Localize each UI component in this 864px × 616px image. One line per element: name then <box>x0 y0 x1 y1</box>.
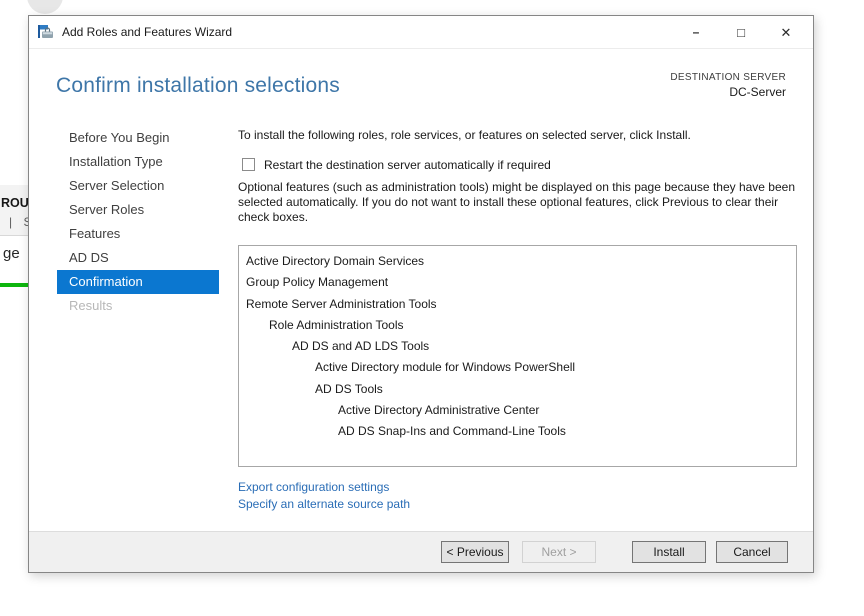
window-title: Add Roles and Features Wizard <box>62 25 233 39</box>
selection-item: Group Policy Management <box>246 275 389 290</box>
maximize-icon[interactable]: □ <box>733 16 749 49</box>
cancel-button[interactable]: Cancel <box>716 541 788 563</box>
export-configuration-link[interactable]: Export configuration settings <box>238 480 801 495</box>
sidebar-step-item: Results <box>69 298 113 313</box>
sidebar-step-item[interactable]: Features <box>57 222 219 246</box>
background-text-fragment: ge <box>3 245 20 262</box>
background-circle-decoration <box>27 0 63 14</box>
selection-item: AD DS Tools <box>315 381 383 396</box>
footer-links: Export configuration settings Specify an… <box>238 480 801 512</box>
restart-checkbox-row: Restart the destination server automatic… <box>238 157 801 172</box>
selection-item: Active Directory Domain Services <box>246 254 425 268</box>
minimize-icon[interactable]: – <box>688 16 704 49</box>
selection-item: Active Directory Administrative Center <box>338 403 540 418</box>
install-button[interactable]: Install <box>632 541 706 563</box>
selection-item: Remote Server Administration Tools <box>246 296 437 311</box>
selection-item: AD DS and AD LDS Tools <box>292 339 430 354</box>
optional-features-note: Optional features (such as administratio… <box>238 180 796 224</box>
sidebar-step-item[interactable]: Server Roles <box>57 198 219 222</box>
sidebar-step-item[interactable]: Confirmation <box>57 270 219 294</box>
background-green-progress-line <box>0 283 29 287</box>
sidebar-step-item[interactable]: Server Selection <box>57 174 219 198</box>
previous-button[interactable]: < Previous <box>441 541 509 563</box>
sidebar-step-item[interactable]: Before You Begin <box>57 126 219 150</box>
title-bar[interactable]: Add Roles and Features Wizard – □ ✕ <box>29 16 813 49</box>
selection-item: AD DS Snap-Ins and Command-Line Tools <box>338 424 566 439</box>
sidebar-step-item[interactable]: Installation Type <box>57 150 219 174</box>
intro-text: To install the following roles, role ser… <box>238 128 691 142</box>
confirmation-content: To install the following roles, role ser… <box>238 128 801 512</box>
sidebar-step-item[interactable]: AD DS <box>57 246 219 270</box>
restart-checkbox[interactable] <box>242 158 255 171</box>
selection-item: Active Directory module for Windows Powe… <box>315 360 576 375</box>
destination-server-block: DESTINATION SERVER DC-Server <box>670 72 786 99</box>
alternate-source-path-link[interactable]: Specify an alternate source path <box>238 497 801 512</box>
restart-checkbox-label: Restart the destination server automatic… <box>264 157 551 172</box>
close-icon[interactable]: ✕ <box>778 16 794 49</box>
selection-item: Role Administration Tools <box>269 317 404 332</box>
wizard-steps-sidebar: Before You Begin Installation Type Serve… <box>57 126 219 318</box>
selected-features-list: Active Directory Domain Services Group P… <box>238 245 797 467</box>
add-roles-features-wizard-dialog: Add Roles and Features Wizard – □ ✕ Conf… <box>28 15 814 573</box>
destination-server-label: DESTINATION SERVER <box>670 72 786 83</box>
background-text-fragment: ROU <box>1 196 29 210</box>
screen: ROU | S ge Add Roles and Features Wizard… <box>0 0 864 616</box>
page-title: Confirm installation selections <box>56 74 340 97</box>
window-controls: – □ ✕ <box>688 16 813 48</box>
next-button: Next > <box>522 541 596 563</box>
destination-server-name: DC-Server <box>729 85 786 99</box>
wizard-toolbox-icon <box>38 25 54 39</box>
wizard-button-bar: < Previous Next > Install Cancel <box>29 531 813 572</box>
